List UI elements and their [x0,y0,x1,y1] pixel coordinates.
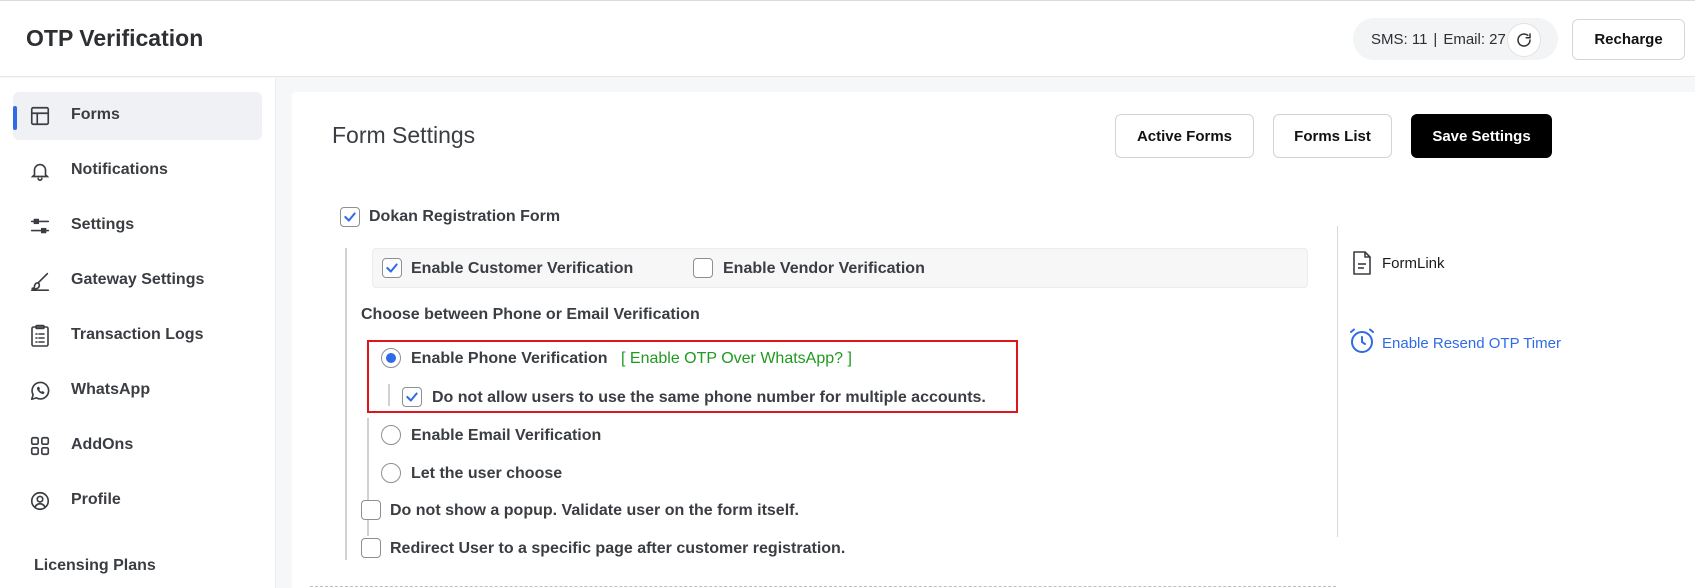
phone-verification-radio[interactable] [381,348,401,368]
sliders-icon [28,214,52,238]
sidebar-item-label: Transaction Logs [71,326,204,343]
sms-credits: SMS: 11 [1371,30,1428,48]
sidebar-item-addons[interactable]: AddOns [13,422,262,470]
sidebar-item-profile[interactable]: Profile [13,477,262,525]
vendor-verification-label: Enable Vendor Verification [723,260,925,277]
no-popup-checkbox[interactable] [361,500,381,520]
sidebar-item-licensing-plans[interactable]: Licensing Plans [34,557,156,575]
user-circle-icon [28,489,52,513]
grid-icon [28,434,52,458]
form-settings-panel: Form Settings Active Forms Forms List Sa… [292,92,1695,588]
document-icon [1351,250,1373,281]
verification-choice-heading: Choose between Phone or Email Verificati… [361,306,700,323]
same-phone-restriction-label: Do not allow users to use the same phone… [432,389,986,406]
sidebar-item-label: Notifications [71,161,168,178]
top-bar: OTP Verification SMS: 11 | Email: 27 Rec… [0,0,1695,77]
brush-icon [28,269,52,293]
refresh-icon [1517,33,1531,47]
recharge-button[interactable]: Recharge [1572,19,1685,60]
forms-layout-icon [28,104,52,128]
email-verification-label: Enable Email Verification [411,427,602,444]
enable-whatsapp-otp-link[interactable]: [ Enable OTP Over WhatsApp? ] [621,350,852,368]
phone-verification-label: Enable Phone Verification [411,350,608,367]
right-column-divider [1337,226,1338,537]
vendor-verification-checkbox[interactable] [693,258,713,278]
email-credits: Email: 27 [1443,30,1506,48]
sidebar-item-whatsapp[interactable]: WhatsApp [13,367,262,415]
alarm-clock-icon [1348,327,1376,360]
sidebar-item-label: WhatsApp [71,381,151,398]
phone-sub-option-indent-line [388,384,390,406]
user-choose-label: Let the user choose [411,465,563,482]
save-settings-button[interactable]: Save Settings [1411,114,1552,158]
form-options-indent-line [345,248,347,560]
email-verification-radio[interactable] [381,425,401,445]
check-icon [406,392,418,402]
check-icon [344,212,356,222]
active-forms-button[interactable]: Active Forms [1115,114,1254,158]
user-choose-radio[interactable] [381,463,401,483]
enable-resend-otp-timer-link[interactable]: Enable Resend OTP Timer [1382,335,1561,352]
redirect-user-checkbox[interactable] [361,538,381,558]
section-divider [310,586,1336,587]
sidebar-item-label: Settings [71,216,135,233]
sidebar-item-label: Gateway Settings [71,271,205,288]
customer-verification-checkbox[interactable] [382,258,402,278]
sidebar-item-settings[interactable]: Settings [13,202,262,250]
bell-icon [28,159,52,183]
customer-verification-label: Enable Customer Verification [411,260,634,277]
check-icon [386,263,398,273]
sidebar: Forms Notifications Settings Gateway Set… [0,78,276,588]
forms-list-button[interactable]: Forms List [1273,114,1392,158]
no-popup-label: Do not show a popup. Validate user on th… [390,502,799,519]
formlink-option[interactable]: FormLink [1382,255,1445,272]
redirect-user-label: Redirect User to a specific page after c… [390,540,846,557]
same-phone-restriction-checkbox[interactable] [402,387,422,407]
clipboard-list-icon [28,324,52,348]
credits-separator: | [1433,30,1438,48]
page-title: Form Settings [332,122,476,148]
sidebar-item-notifications[interactable]: Notifications [13,147,262,195]
sidebar-item-forms[interactable]: Forms [13,92,262,140]
sidebar-item-transaction-logs[interactable]: Transaction Logs [13,312,262,360]
sidebar-item-label: Profile [71,491,121,508]
app-title: OTP Verification [26,25,204,51]
sidebar-item-label: Forms [71,106,120,123]
form-name-label: Dokan Registration Form [369,208,561,225]
sidebar-item-gateway-settings[interactable]: Gateway Settings [13,257,262,305]
whatsapp-icon [28,379,52,403]
form-enable-checkbox[interactable] [340,207,360,227]
sidebar-item-label: AddOns [71,436,134,453]
refresh-credits-button[interactable] [1507,23,1541,57]
